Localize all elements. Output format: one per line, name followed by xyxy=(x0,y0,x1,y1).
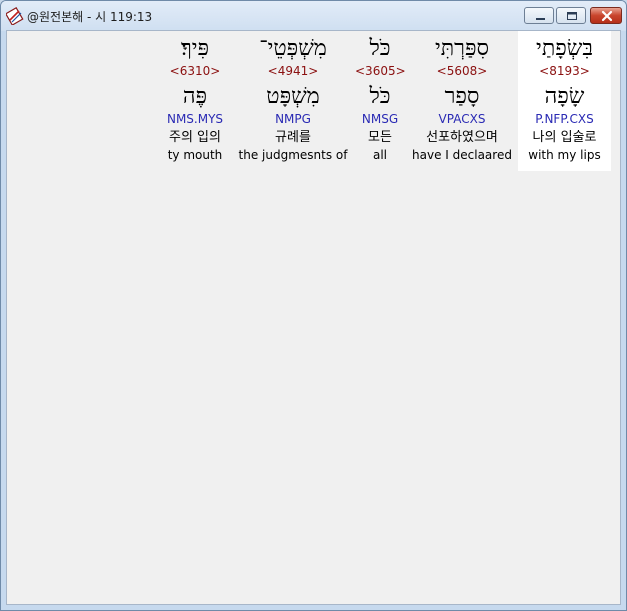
close-button[interactable] xyxy=(590,7,622,24)
hebrew-lemma: פֶּה xyxy=(182,84,208,109)
bible-app-icon[interactable] xyxy=(4,6,24,26)
strong-number[interactable]: <8193> xyxy=(518,64,611,78)
english-gloss: all xyxy=(372,148,388,162)
morphology-code[interactable]: NMSG xyxy=(355,112,405,126)
hebrew-word: פִּיךָ׃ xyxy=(180,36,210,61)
strong-number[interactable]: <5608> xyxy=(412,64,512,78)
hebrew-lemma: סָפַר xyxy=(444,84,480,109)
hebrew-lemma: שָׂפָה xyxy=(544,84,585,109)
strong-number[interactable]: <4941> xyxy=(237,64,349,78)
english-gloss: the judgmesnts of xyxy=(238,148,348,162)
word-column-3[interactable]: כֹּל <3605> כֹּל NMSG 모든 all xyxy=(355,31,406,171)
word-column-5[interactable]: פִּיךָ׃ <6310> פֶּה NMS.MYS 주의 입의 ty mou… xyxy=(159,31,231,171)
strong-number[interactable]: <3605> xyxy=(355,64,406,78)
window-title: @원전본해 - 시 119:13 xyxy=(27,10,153,24)
hebrew-word: מִשְׁפְּטֵי־ xyxy=(259,36,327,61)
morphology-code[interactable]: NMPG xyxy=(237,112,349,126)
morphology-code[interactable]: NMS.MYS xyxy=(159,112,231,126)
korean-gloss: 선포하였으며 xyxy=(426,130,498,145)
interlinear-view[interactable]: בִּשְׂפָתַי <8193> שָׂפָה P.NFP.CXS 나의 입… xyxy=(6,30,621,605)
hebrew-lemma: מִשְׁפָּט xyxy=(266,84,320,109)
korean-gloss: 규례를 xyxy=(275,130,311,145)
english-gloss: ty mouth xyxy=(167,148,223,162)
app-window: @원전본해 - 시 119:13 בִּשְׂפָתַי <8193> שָׂפ… xyxy=(0,0,627,611)
hebrew-word: סִפַּרְתִּי xyxy=(434,36,490,61)
maximize-icon xyxy=(567,12,577,20)
hebrew-lemma: כֹּל xyxy=(369,84,391,109)
strong-number[interactable]: <6310> xyxy=(159,64,231,78)
minimize-button[interactable] xyxy=(524,7,554,24)
maximize-button[interactable] xyxy=(556,7,586,24)
korean-gloss: 나의 입술로 xyxy=(532,130,597,145)
word-column-2[interactable]: סִפַּרְתִּי <5608> סָפַר VPACXS 선포하였으며 h… xyxy=(412,31,512,171)
morphology-code[interactable]: P.NFP.CXS xyxy=(518,112,611,126)
title-bar[interactable]: @원전본해 - 시 119:13 xyxy=(1,1,626,31)
word-column-1[interactable]: בִּשְׂפָתַי <8193> שָׂפָה P.NFP.CXS 나의 입… xyxy=(518,31,611,171)
morphology-code[interactable]: VPACXS xyxy=(412,112,512,126)
english-gloss: with my lips xyxy=(528,148,601,162)
minimize-icon xyxy=(536,18,545,20)
close-icon xyxy=(601,10,613,22)
korean-gloss: 주의 입의 xyxy=(169,130,221,145)
hebrew-word: כֹּל xyxy=(369,36,391,61)
word-column-4[interactable]: מִשְׁפְּטֵי־ <4941> מִשְׁפָּט NMPG 규례를 t… xyxy=(237,31,349,171)
korean-gloss: 모든 xyxy=(368,130,392,145)
hebrew-word: בִּשְׂפָתַי xyxy=(536,36,593,61)
english-gloss: have I declaared xyxy=(412,148,512,162)
